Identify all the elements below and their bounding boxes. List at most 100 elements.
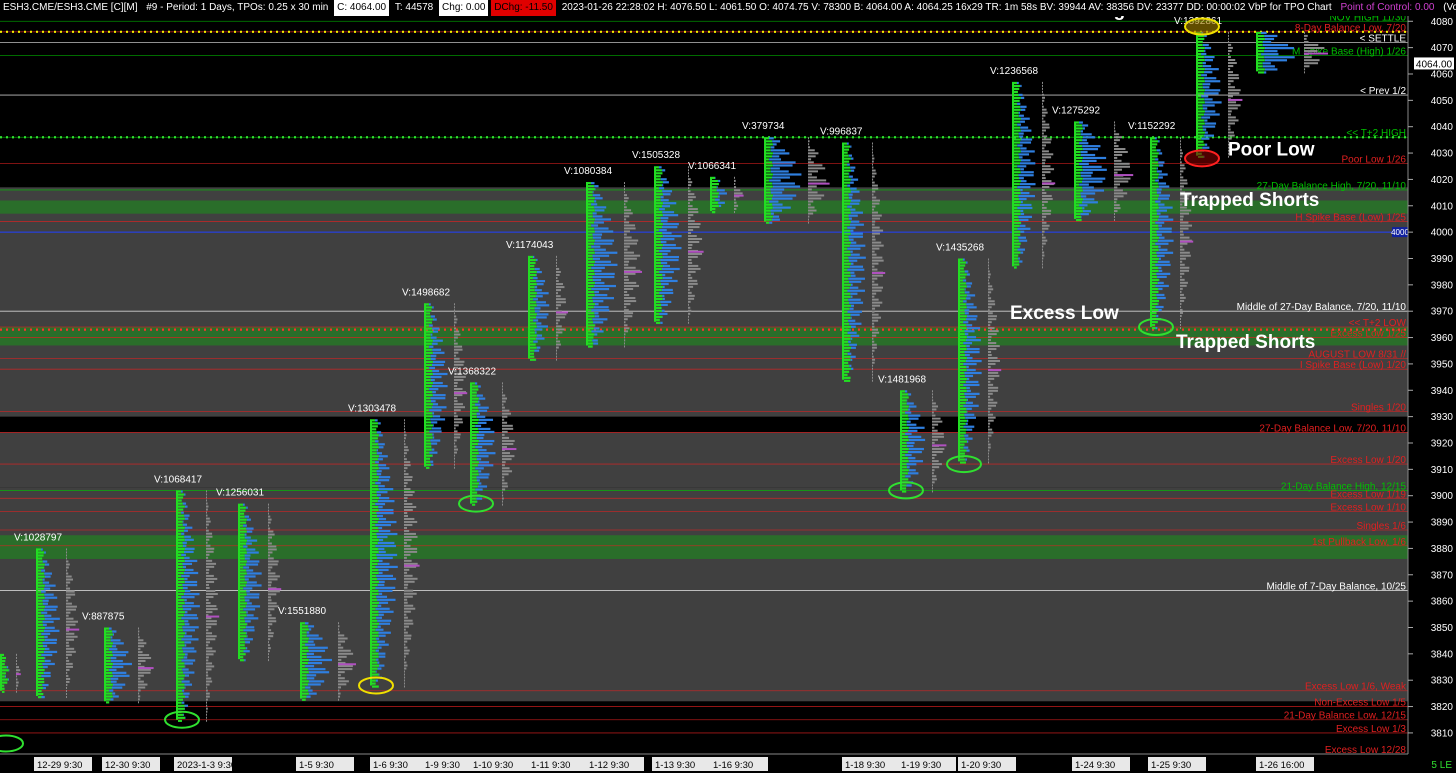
volume-profile-row (66, 611, 71, 614)
tpo-row-blue (659, 270, 674, 274)
tpo-row-blue (378, 601, 389, 604)
volume-profile-row (688, 285, 694, 288)
tpo-row-green (902, 490, 907, 493)
tpo-row-blue (112, 651, 129, 654)
tpo-row-green (372, 592, 379, 595)
volume-profile-row (1180, 236, 1190, 239)
volume-profile-row (206, 523, 209, 526)
tpo-row-green (530, 343, 536, 346)
volume-profile-row (404, 625, 409, 628)
volume-profile-row (624, 327, 630, 330)
tpo-row-blue (772, 152, 790, 155)
volume-profile-row (1042, 189, 1045, 192)
tpo-row-green (530, 334, 537, 337)
tpo-row-blue (1019, 183, 1036, 186)
tpo-row-green (844, 295, 851, 298)
volume-profile-row (404, 482, 408, 485)
tpo-row-green (240, 593, 247, 596)
volume-profile-row (66, 590, 75, 593)
tpo-row-green (178, 611, 185, 614)
tpo-row-blue (476, 412, 480, 415)
tpo-row-blue (770, 191, 783, 194)
tpo-row-green (372, 535, 378, 539)
tpo-row-blue (906, 463, 917, 466)
y-tick-label: 3940 (1431, 386, 1454, 397)
volume-profile-row (1042, 257, 1044, 260)
volume-profile-row (404, 685, 405, 688)
volume-profile-row (66, 551, 67, 554)
volume-profile-row (404, 592, 417, 595)
volume-profile-row (206, 529, 209, 532)
volume-profile-row (932, 390, 933, 393)
tpo-row-blue (662, 276, 673, 280)
tpo-row-green (2, 681, 8, 684)
volume-profile-row (206, 680, 213, 683)
volume-profile-row (1228, 83, 1231, 86)
tpo-row-green (2, 666, 7, 669)
volume-profile-row (268, 611, 271, 614)
tpo-row-green (960, 383, 964, 387)
volume-profile-row (138, 689, 141, 692)
tpo-row-green (844, 355, 851, 358)
volume-profile-row (206, 611, 213, 614)
volume-profile-row (206, 608, 218, 611)
volume-profile-row (268, 518, 272, 521)
tpo-row-green (844, 166, 851, 169)
volume-profile-row (688, 235, 697, 238)
volume-profile-row (872, 343, 877, 346)
profile-volume-label: V:1498682 (402, 287, 450, 298)
volume-profile-row (1180, 251, 1190, 254)
volume-profile-row (502, 497, 504, 500)
tpo-row-green (38, 674, 42, 678)
tpo-row-green (1152, 293, 1157, 297)
volume-profile-row (1042, 248, 1043, 251)
tpo-row-green (1198, 71, 1205, 74)
tpo-row-green (372, 565, 376, 569)
volume-profile-row (688, 229, 694, 232)
volume-profile-row (138, 651, 143, 654)
tpo-row-green (960, 348, 967, 351)
tpo-row-green (1152, 170, 1157, 173)
tpo-row-blue (966, 315, 978, 318)
tpo-row-blue (534, 307, 541, 310)
tpo-row-green (178, 698, 184, 701)
volume-profile-row (688, 273, 691, 276)
volume-profile-row (872, 160, 874, 163)
tpo-row-green (844, 292, 851, 295)
profile-volume-label: V:1551880 (278, 606, 326, 617)
tpo-row-blue (593, 327, 600, 330)
volume-profile-row (1042, 123, 1050, 126)
tpo-row-blue (42, 683, 49, 687)
tpo-row-green (372, 562, 378, 566)
tpo-row-blue (378, 580, 385, 583)
tpo-row-blue (1082, 139, 1087, 142)
tpo-row-blue (965, 395, 976, 398)
volume-profile-row (16, 666, 20, 669)
volume-profile-row (1180, 257, 1186, 260)
volume-profile-row (268, 608, 275, 611)
volume-profile-row (138, 677, 141, 680)
tpo-row-blue (1158, 308, 1162, 312)
volume-profile-row (404, 431, 406, 434)
tpo-row-blue (184, 559, 198, 563)
volume-profile-row (1180, 215, 1184, 218)
tpo-row-blue (849, 259, 858, 262)
tpo-row-green (178, 707, 185, 710)
tpo-row-green (960, 359, 966, 363)
tpo-row-green (372, 503, 376, 506)
tpo-row-blue (966, 336, 977, 339)
tpo-row-green (178, 593, 184, 596)
tpo-row-green (588, 309, 592, 312)
tpo-chart[interactable]: NOV HIGH 11/308-Day Balance Low, 7/20< S… (0, 0, 1456, 773)
tpo-row-blue (660, 258, 679, 262)
tpo-row-blue (181, 574, 190, 578)
tpo-row-green (588, 206, 595, 209)
volume-profile-row (624, 254, 641, 257)
profile-volume-label: V:1080384 (564, 166, 612, 177)
volume-profile-row (808, 218, 809, 221)
tpo-row-blue (478, 461, 490, 464)
tpo-row-green (844, 274, 851, 277)
tpo-row-blue (593, 306, 609, 309)
tpo-row-blue (377, 604, 382, 607)
tpo-row-green (372, 482, 376, 485)
